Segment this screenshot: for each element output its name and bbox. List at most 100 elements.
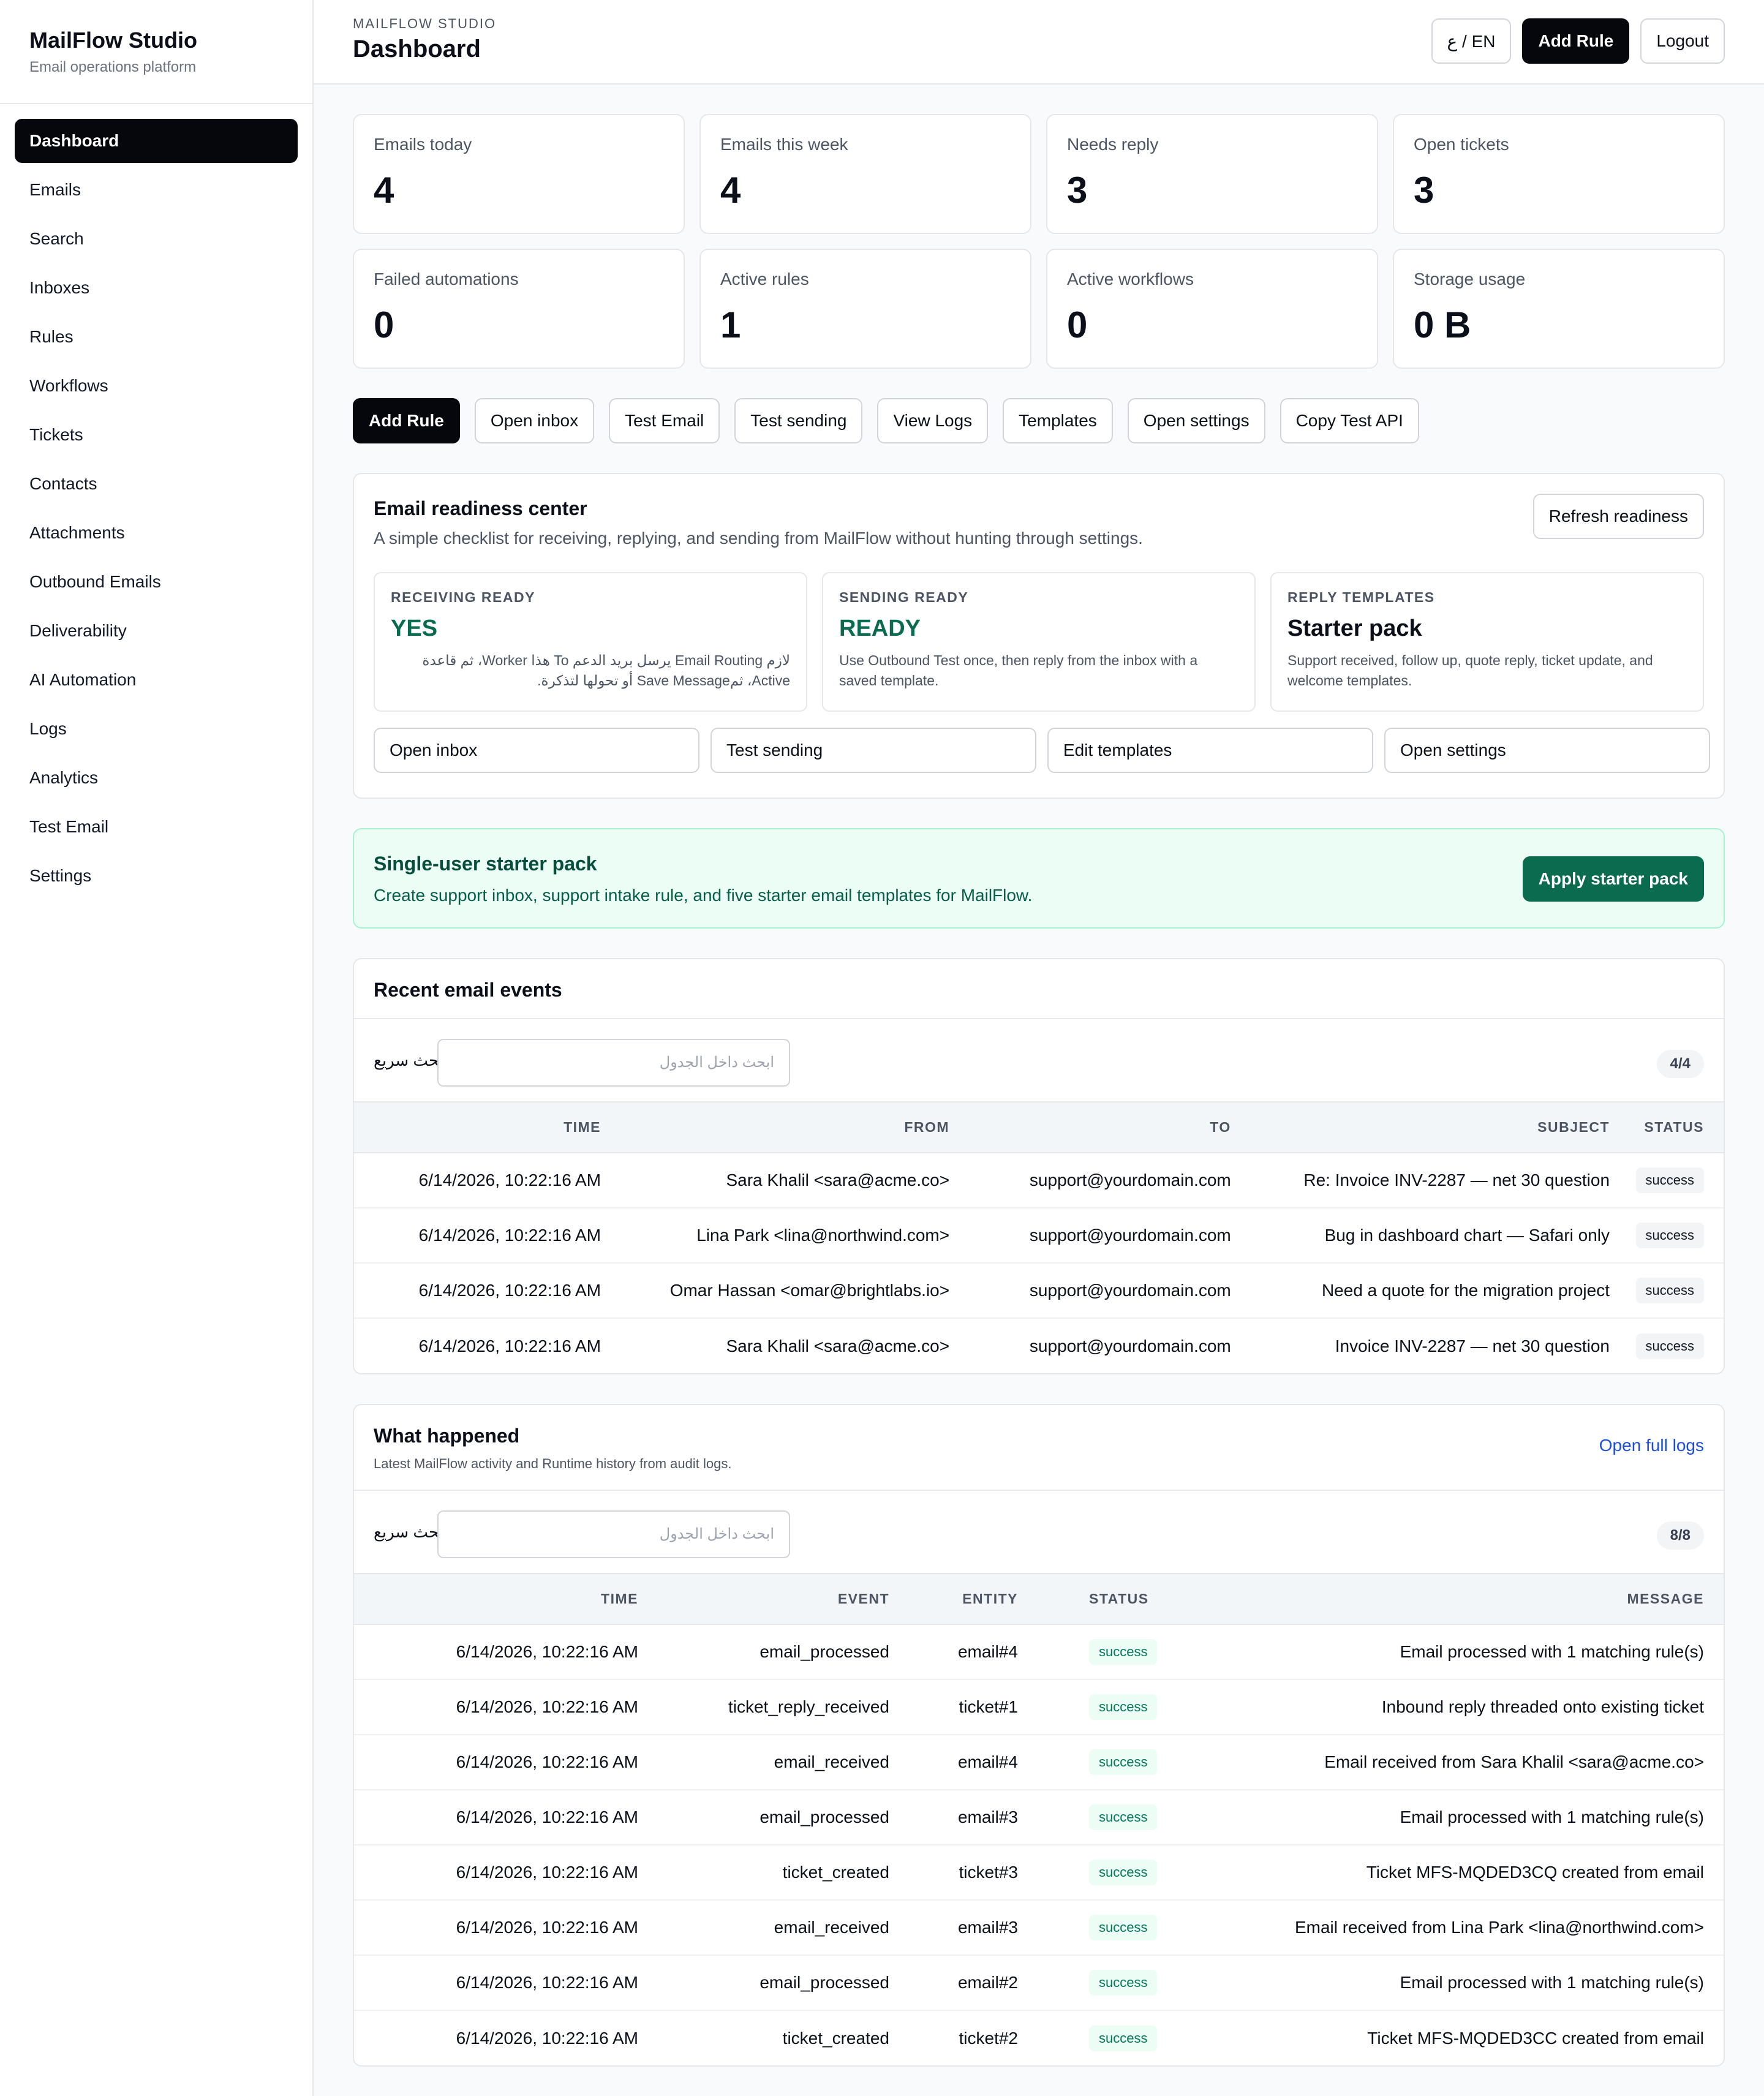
page-kicker: MAILFLOW STUDIO — [353, 16, 497, 31]
readiness-edit-templates-button[interactable]: Edit templates — [1047, 728, 1373, 773]
sidebar-item-tickets[interactable]: Tickets — [15, 413, 298, 457]
sidebar-item-dashboard[interactable]: Dashboard — [15, 119, 298, 163]
table-row[interactable]: 6/14/2026, 10:22:16 AM Lina Park <lina@n… — [354, 1208, 1724, 1264]
sidebar-item-settings[interactable]: Settings — [15, 854, 298, 898]
ready-kicker: RECEIVING READY — [391, 589, 535, 605]
sidebar-item-attachments[interactable]: Attachments — [15, 511, 298, 555]
stat-failed-automations: Failed automations 0 — [353, 249, 685, 369]
starter-title: Single-user starter pack — [374, 853, 597, 875]
sidebar-item-logs[interactable]: Logs — [15, 707, 298, 751]
readiness-header: Email readiness center A simple checklis… — [374, 497, 1143, 548]
cell-time: 6/14/2026, 10:22:16 AM — [354, 1955, 648, 2011]
cell-message: Ticket MFS-MQDED3CC created from email — [1367, 2028, 1704, 2048]
table-row[interactable]: 6/14/2026, 10:22:16 AM Sara Khalil <sara… — [354, 1318, 1724, 1373]
table-row[interactable]: 6/14/2026, 10:22:16 AM ticket_created ti… — [354, 1845, 1724, 1901]
col-entity[interactable]: ENTITY — [899, 1574, 1028, 1625]
col-status[interactable]: STATUS — [1028, 1574, 1167, 1625]
col-time[interactable]: TIME — [354, 1574, 648, 1625]
open-full-logs-link[interactable]: Open full logs — [1599, 1436, 1704, 1455]
sidebar-item-deliverability[interactable]: Deliverability — [15, 609, 298, 653]
stat-active-rules: Active rules 1 — [699, 249, 1031, 369]
quick-view-logs-button[interactable]: View Logs — [877, 398, 989, 443]
table-row[interactable]: 6/14/2026, 10:22:16 AM Sara Khalil <sara… — [354, 1153, 1724, 1208]
receiving-ready-box: RECEIVING READY YES لازم Email Routing ي… — [374, 572, 807, 712]
col-time[interactable]: TIME — [354, 1103, 611, 1153]
table-row[interactable]: 6/14/2026, 10:22:16 AM email_processed e… — [354, 1790, 1724, 1845]
sidebar-item-ai-automation[interactable]: AI Automation — [15, 658, 298, 702]
what-happened-table: TIME EVENT ENTITY STATUS MESSAGE 6/14/20… — [354, 1574, 1724, 2065]
stat-active-workflows: Active workflows 0 — [1046, 249, 1378, 369]
stats-grid: Emails today 4 Emails this week 4 Needs … — [353, 114, 1725, 369]
cell-from: Lina Park <lina@northwind.com> — [611, 1208, 960, 1264]
quick-templates-button[interactable]: Templates — [1003, 398, 1113, 443]
sidebar-item-search[interactable]: Search — [15, 217, 298, 261]
recent-events-table: TIME FROM TO SUBJECT STATUS 6/14/2026, 1… — [354, 1103, 1724, 1373]
col-from[interactable]: FROM — [611, 1103, 960, 1153]
add-rule-button[interactable]: Add Rule — [1522, 18, 1630, 64]
readiness-open-inbox-button[interactable]: Open inbox — [374, 728, 699, 773]
starter-desc: Create support inbox, support intake rul… — [374, 886, 1033, 905]
brand-subtitle: Email operations platform — [29, 59, 197, 75]
table-row[interactable]: 6/14/2026, 10:22:16 AM ticket_created ti… — [354, 2010, 1724, 2065]
status-badge: success — [1635, 1223, 1704, 1248]
col-subject[interactable]: SUBJECT — [1240, 1103, 1620, 1153]
quick-test-email-button[interactable]: Test Email — [609, 398, 720, 443]
quick-add-rule-button[interactable]: Add Rule — [353, 398, 460, 443]
readiness-test-sending-button[interactable]: Test sending — [710, 728, 1036, 773]
col-to[interactable]: TO — [959, 1103, 1241, 1153]
content: Emails today 4 Emails this week 4 Needs … — [353, 114, 1725, 2067]
quick-open-settings-button[interactable]: Open settings — [1127, 398, 1265, 443]
stat-label: Open tickets — [1414, 135, 1509, 154]
stat-label: Active workflows — [1067, 270, 1194, 288]
logout-button[interactable]: Logout — [1640, 18, 1725, 64]
quick-copy-test-api-button[interactable]: Copy Test API — [1280, 398, 1419, 443]
happened-search-input[interactable] — [437, 1510, 790, 1558]
stat-label: Storage usage — [1414, 270, 1526, 288]
readiness-open-settings-button[interactable]: Open settings — [1384, 728, 1710, 773]
refresh-readiness-button[interactable]: Refresh readiness — [1532, 494, 1704, 539]
sending-ready-box: SENDING READY READY Use Outbound Test on… — [822, 572, 1256, 712]
stat-label: Needs reply — [1067, 135, 1159, 154]
sidebar-item-outbound-emails[interactable]: Outbound Emails — [15, 560, 298, 604]
apply-starter-pack-button[interactable]: Apply starter pack — [1522, 856, 1704, 902]
stat-label: Active rules — [720, 270, 809, 288]
what-happened-sub: Latest MailFlow activity and Runtime his… — [374, 1456, 732, 1471]
sidebar-item-analytics[interactable]: Analytics — [15, 756, 298, 800]
cell-event: ticket_created — [648, 1845, 899, 1901]
table-row[interactable]: 6/14/2026, 10:22:16 AM email_received em… — [354, 1735, 1724, 1790]
stat-label: Emails this week — [720, 135, 848, 154]
sidebar-item-test-email[interactable]: Test Email — [15, 805, 298, 849]
brand: MailFlow Studio Email operations platfor… — [0, 0, 312, 104]
sidebar-item-emails[interactable]: Emails — [15, 168, 298, 212]
table-row[interactable]: 6/14/2026, 10:22:16 AM email_received em… — [354, 1900, 1724, 1956]
table-row[interactable]: 6/14/2026, 10:22:16 AM email_processed e… — [354, 1624, 1724, 1680]
table-row[interactable]: 6/14/2026, 10:22:16 AM ticket_reply_rece… — [354, 1679, 1724, 1735]
what-happened: What happened Latest MailFlow activity a… — [353, 1404, 1725, 2067]
cell-event: email_processed — [648, 1790, 899, 1845]
col-message[interactable]: MESSAGE — [1167, 1574, 1724, 1625]
readiness-title: Email readiness center — [374, 497, 587, 519]
language-toggle-button[interactable]: ع / EN — [1431, 18, 1512, 64]
cell-entity: ticket#3 — [899, 1845, 1028, 1901]
quick-open-inbox-button[interactable]: Open inbox — [474, 398, 595, 443]
cell-to: support@yourdomain.com — [1029, 1336, 1231, 1355]
cell-entity: email#3 — [899, 1900, 1028, 1956]
sidebar-item-workflows[interactable]: Workflows — [15, 364, 298, 408]
stat-storage-usage: Storage usage 0 B — [1393, 249, 1725, 369]
sidebar-item-contacts[interactable]: Contacts — [15, 462, 298, 506]
col-event[interactable]: EVENT — [648, 1574, 899, 1625]
cell-message: Email processed with 1 matching rule(s) — [1167, 1624, 1724, 1680]
sidebar-item-rules[interactable]: Rules — [15, 315, 298, 359]
sidebar-item-inboxes[interactable]: Inboxes — [15, 266, 298, 310]
quick-test-sending-button[interactable]: Test sending — [734, 398, 863, 443]
recent-search-input[interactable] — [437, 1039, 790, 1087]
cell-event: email_received — [648, 1735, 899, 1790]
stat-needs-reply: Needs reply 3 — [1046, 114, 1378, 234]
cell-from: Sara Khalil <sara@acme.co> — [611, 1153, 960, 1208]
table-row[interactable]: 6/14/2026, 10:22:16 AM email_processed e… — [354, 1955, 1724, 2011]
ready-note: لازم Email Routing يرسل بريد الدعم To هذ… — [422, 652, 790, 688]
ready-note: Use Outbound Test once, then reply from … — [839, 652, 1198, 688]
cell-time: 6/14/2026, 10:22:16 AM — [354, 1900, 648, 1956]
col-status[interactable]: STATUS — [1619, 1103, 1724, 1153]
table-row[interactable]: 6/14/2026, 10:22:16 AM Omar Hassan <omar… — [354, 1263, 1724, 1319]
